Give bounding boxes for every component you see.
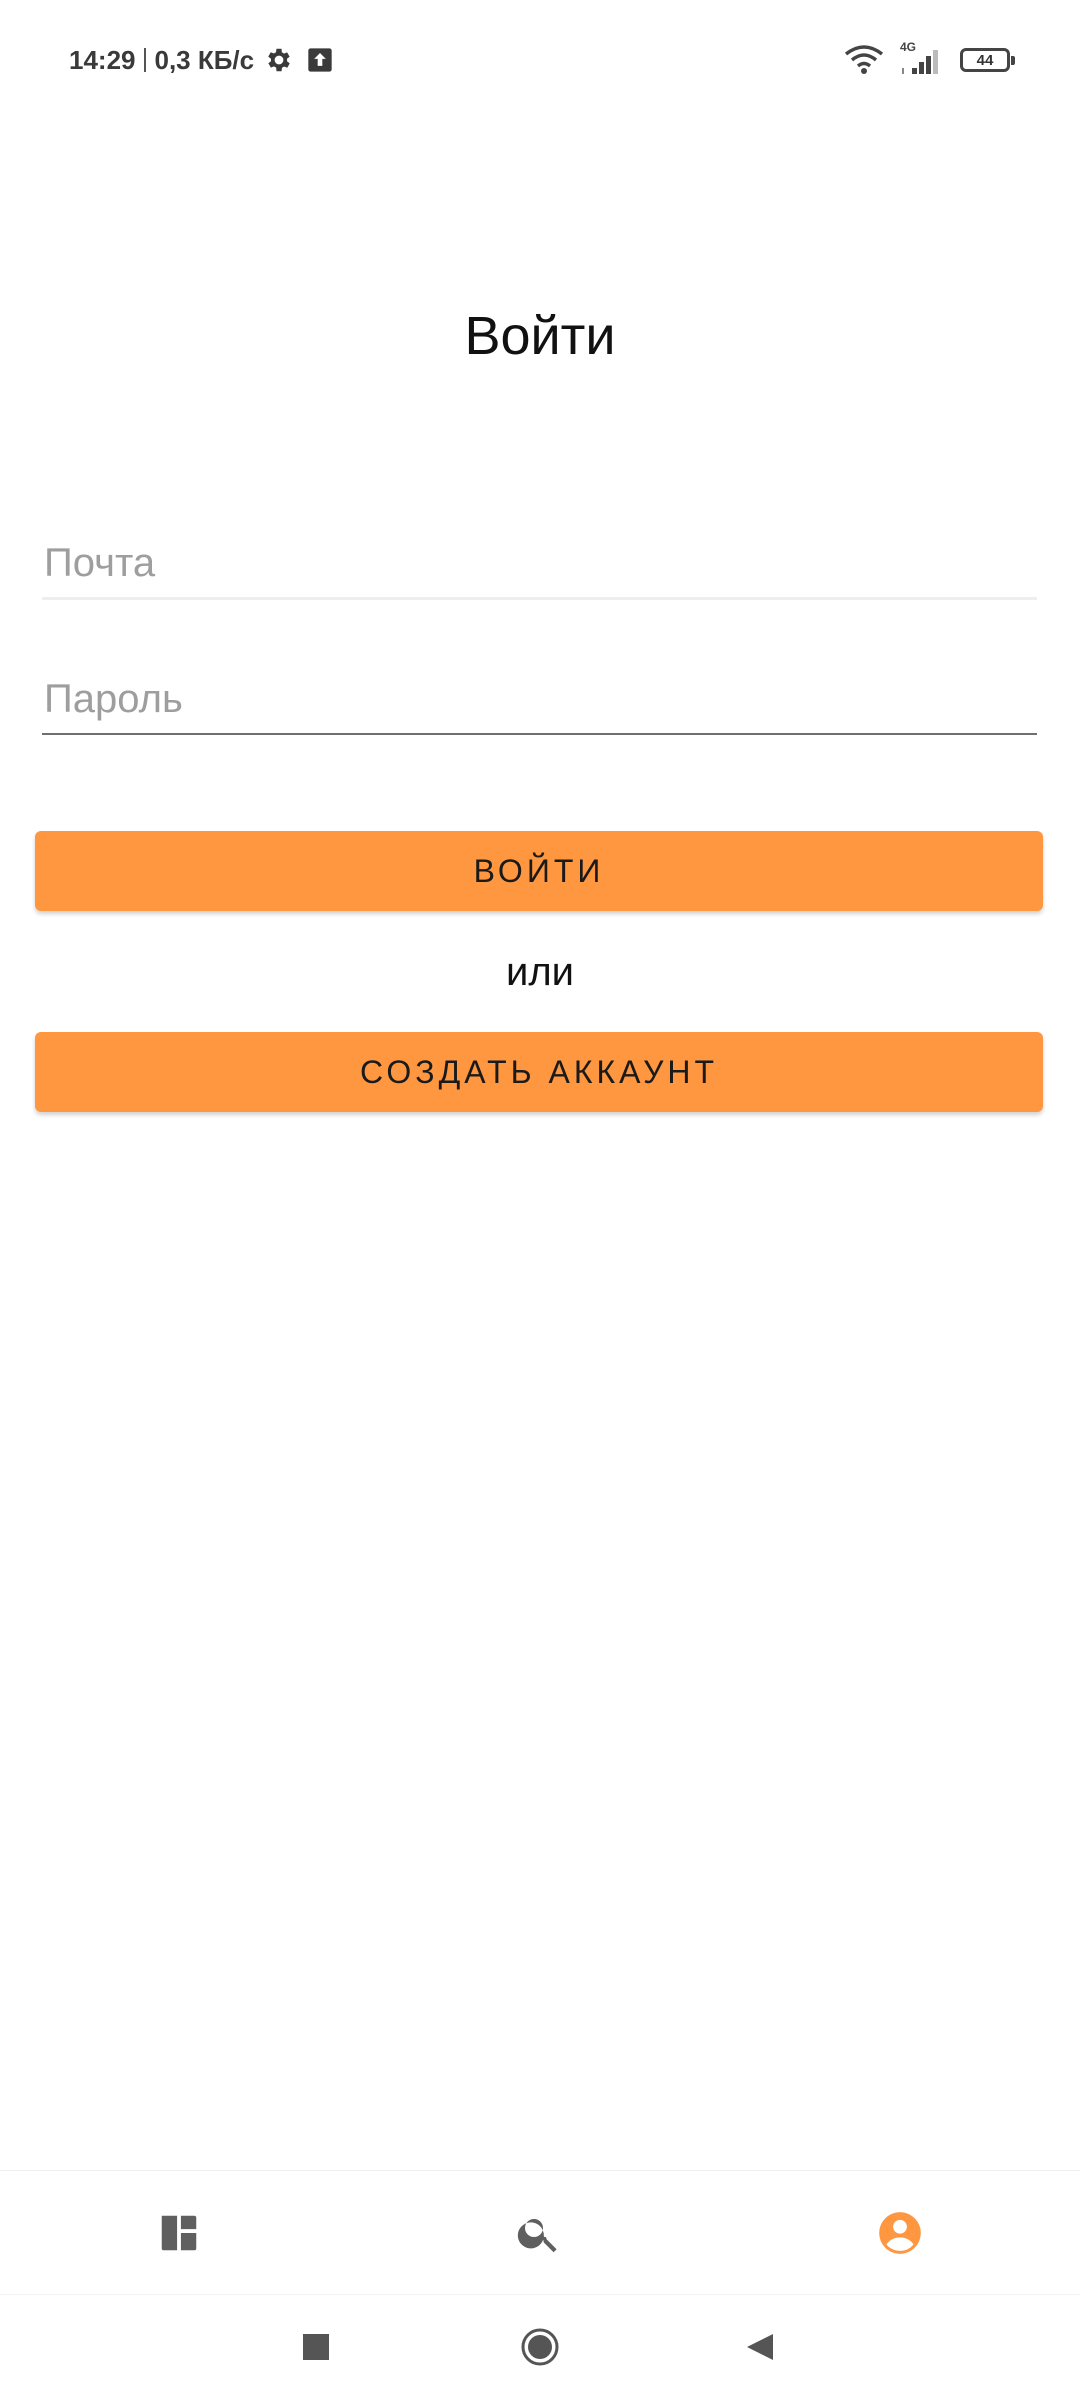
- signal-group: 4G: [898, 40, 946, 78]
- page-title: Войти: [464, 306, 616, 366]
- system-navigation-bar: [0, 2294, 1080, 2400]
- gear-icon: [268, 48, 290, 72]
- nav-profile[interactable]: [872, 2205, 928, 2261]
- status-divider: [143, 48, 146, 72]
- battery-level: 44: [976, 51, 994, 69]
- upload-icon: [308, 48, 332, 72]
- create-account-button[interactable]: СОЗДАТЬ АККАУНТ: [35, 1032, 1043, 1112]
- nav-search[interactable]: [511, 2205, 567, 2261]
- square-icon: [303, 2334, 329, 2360]
- back-triangle-icon: [747, 2334, 773, 2360]
- search-icon: [517, 2219, 557, 2253]
- account-icon: [879, 2212, 921, 2254]
- bottom-navigation: [0, 2170, 1080, 2294]
- status-left: 14:29 0,3 КБ/с: [69, 40, 334, 80]
- status-time: 14:29: [69, 44, 136, 75]
- home-button[interactable]: [510, 2317, 570, 2377]
- status-right: 4G 44: [844, 38, 1015, 82]
- battery-icon: 44: [960, 48, 1015, 72]
- signal-icon: [902, 50, 938, 74]
- nav-dashboard[interactable]: [151, 2205, 207, 2261]
- recent-apps-button[interactable]: [286, 2317, 346, 2377]
- status-net-speed: 0,3 КБ/с: [154, 44, 255, 75]
- email-field[interactable]: [42, 530, 1037, 600]
- password-field[interactable]: [42, 665, 1037, 735]
- status-bar: 14:29 0,3 КБ/с 4G 44: [0, 0, 1080, 120]
- login-button[interactable]: ВОЙТИ: [35, 831, 1043, 911]
- circle-icon: [521, 2328, 559, 2366]
- back-button[interactable]: [730, 2317, 790, 2377]
- dashboard-icon: [161, 2215, 197, 2251]
- or-divider-text: или: [505, 950, 575, 994]
- wifi-icon: [844, 45, 884, 74]
- login-screen: 14:29 0,3 КБ/с 4G 44 Войти Почта ВОЙТИ и…: [0, 0, 1080, 2400]
